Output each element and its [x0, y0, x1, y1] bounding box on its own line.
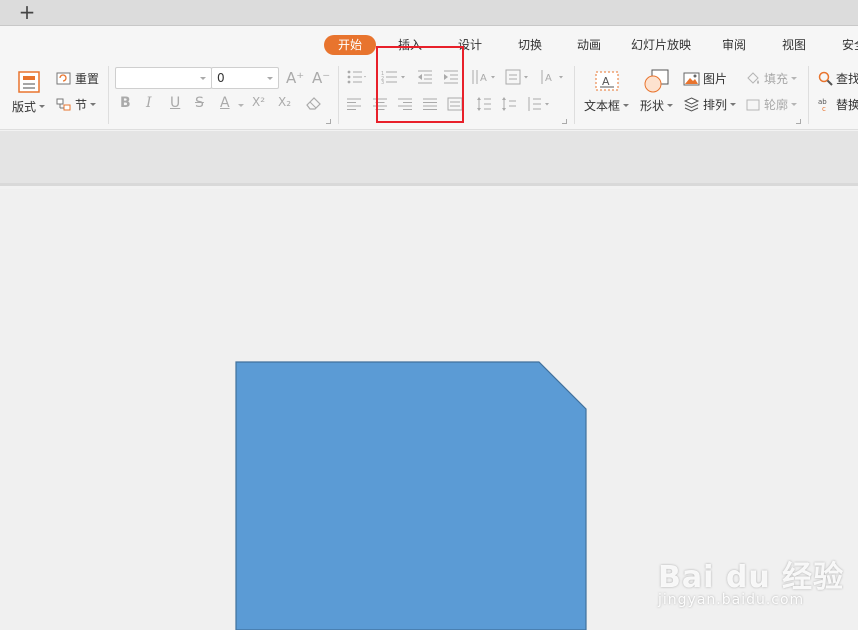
section-button[interactable]: 节 [56, 96, 97, 113]
align-text-icon[interactable] [505, 69, 531, 85]
picture-button[interactable]: 图片 [683, 70, 727, 87]
tab-transitions[interactable]: 切换 [518, 35, 542, 55]
reset-icon [56, 72, 71, 84]
paragraph-spacing-icon[interactable] [501, 96, 517, 112]
replace-button[interactable]: ab c 替换 [818, 96, 858, 113]
section-label: 节 [75, 98, 88, 112]
outline-button[interactable]: 轮廓 [745, 96, 798, 113]
watermark-logo: Bai du 经验 [658, 560, 845, 595]
arrange-icon [683, 97, 700, 112]
tab-animations[interactable]: 动画 [577, 35, 601, 55]
underline-button[interactable]: U [170, 95, 180, 111]
font-size-select[interactable]: 0 [211, 67, 279, 89]
tab-slideshow[interactable]: 幻灯片放映 [631, 35, 691, 55]
layout-button[interactable]: 版式 [12, 70, 46, 115]
layout-label: 版式 [12, 100, 37, 114]
textbox-icon: A [595, 71, 618, 91]
picture-label: 图片 [703, 72, 728, 86]
font-name-select[interactable] [115, 67, 212, 89]
font-color-button[interactable]: A [220, 95, 230, 111]
title-bar: + [0, 0, 858, 26]
eraser-icon[interactable] [305, 95, 322, 110]
shape-icon [644, 69, 668, 93]
line-spacing-icon[interactable] [476, 96, 492, 112]
fill-bucket-icon [747, 71, 759, 84]
grow-font-button[interactable]: A⁺ [286, 69, 304, 87]
textbox-button[interactable]: A 文本框 [584, 70, 630, 114]
picture-icon [683, 72, 700, 85]
font-size-value: 0 [217, 71, 225, 85]
text-direction-icon[interactable]: A [471, 69, 497, 85]
insert-tab-highlight [376, 46, 464, 123]
fill-label: 填充 [764, 72, 789, 86]
outline-icon [746, 99, 760, 110]
tab-review[interactable]: 审阅 [722, 35, 746, 55]
toolbar-band [0, 131, 858, 186]
italic-button[interactable]: I [146, 95, 152, 111]
svg-text:c: c [822, 105, 826, 112]
tab-home[interactable]: 开始 [324, 35, 377, 55]
find-label: 查找 [836, 72, 858, 86]
tab-view[interactable]: 视图 [782, 35, 806, 55]
search-icon [818, 71, 833, 86]
arrange-button[interactable]: 排列 [683, 96, 737, 113]
reset-button[interactable]: 重置 [56, 70, 99, 87]
bullet-list-icon[interactable] [347, 70, 367, 84]
textbox-label: 文本框 [584, 99, 621, 113]
watermark-url: jingyan.baidu.com [658, 592, 805, 608]
strikethrough-button[interactable]: S [195, 95, 204, 111]
section-icon [56, 98, 71, 110]
shrink-font-button[interactable]: A⁻ [312, 69, 330, 87]
svg-text:A: A [545, 73, 552, 84]
tab-security[interactable]: 安全 [842, 35, 858, 55]
find-button[interactable]: 查找 [818, 70, 858, 87]
align-left-icon[interactable] [347, 98, 361, 110]
svg-text:A: A [602, 75, 610, 88]
arrange-label: 排列 [703, 98, 728, 112]
replace-icon: ab c [818, 98, 827, 112]
outline-label: 轮廓 [764, 98, 789, 112]
superscript-button[interactable]: X² [252, 95, 265, 109]
smartart-icon[interactable]: A [540, 69, 566, 85]
ribbon: 开始 插入 设计 切换 动画 幻灯片放映 审阅 视图 安全 版式 重置 节 [0, 26, 858, 130]
reset-label: 重置 [75, 72, 100, 86]
spacing-options-icon[interactable] [526, 96, 552, 112]
replace-label: 替换 [836, 98, 858, 112]
new-tab-button[interactable]: + [17, 2, 37, 23]
svg-text:A: A [480, 73, 487, 84]
subscript-button[interactable]: X₂ [278, 95, 291, 109]
layout-icon [17, 71, 40, 93]
bold-button[interactable]: B [120, 95, 131, 111]
shape-button[interactable]: 形状 [640, 68, 674, 114]
fill-button[interactable]: 填充 [745, 70, 798, 87]
shape-label: 形状 [640, 99, 665, 113]
